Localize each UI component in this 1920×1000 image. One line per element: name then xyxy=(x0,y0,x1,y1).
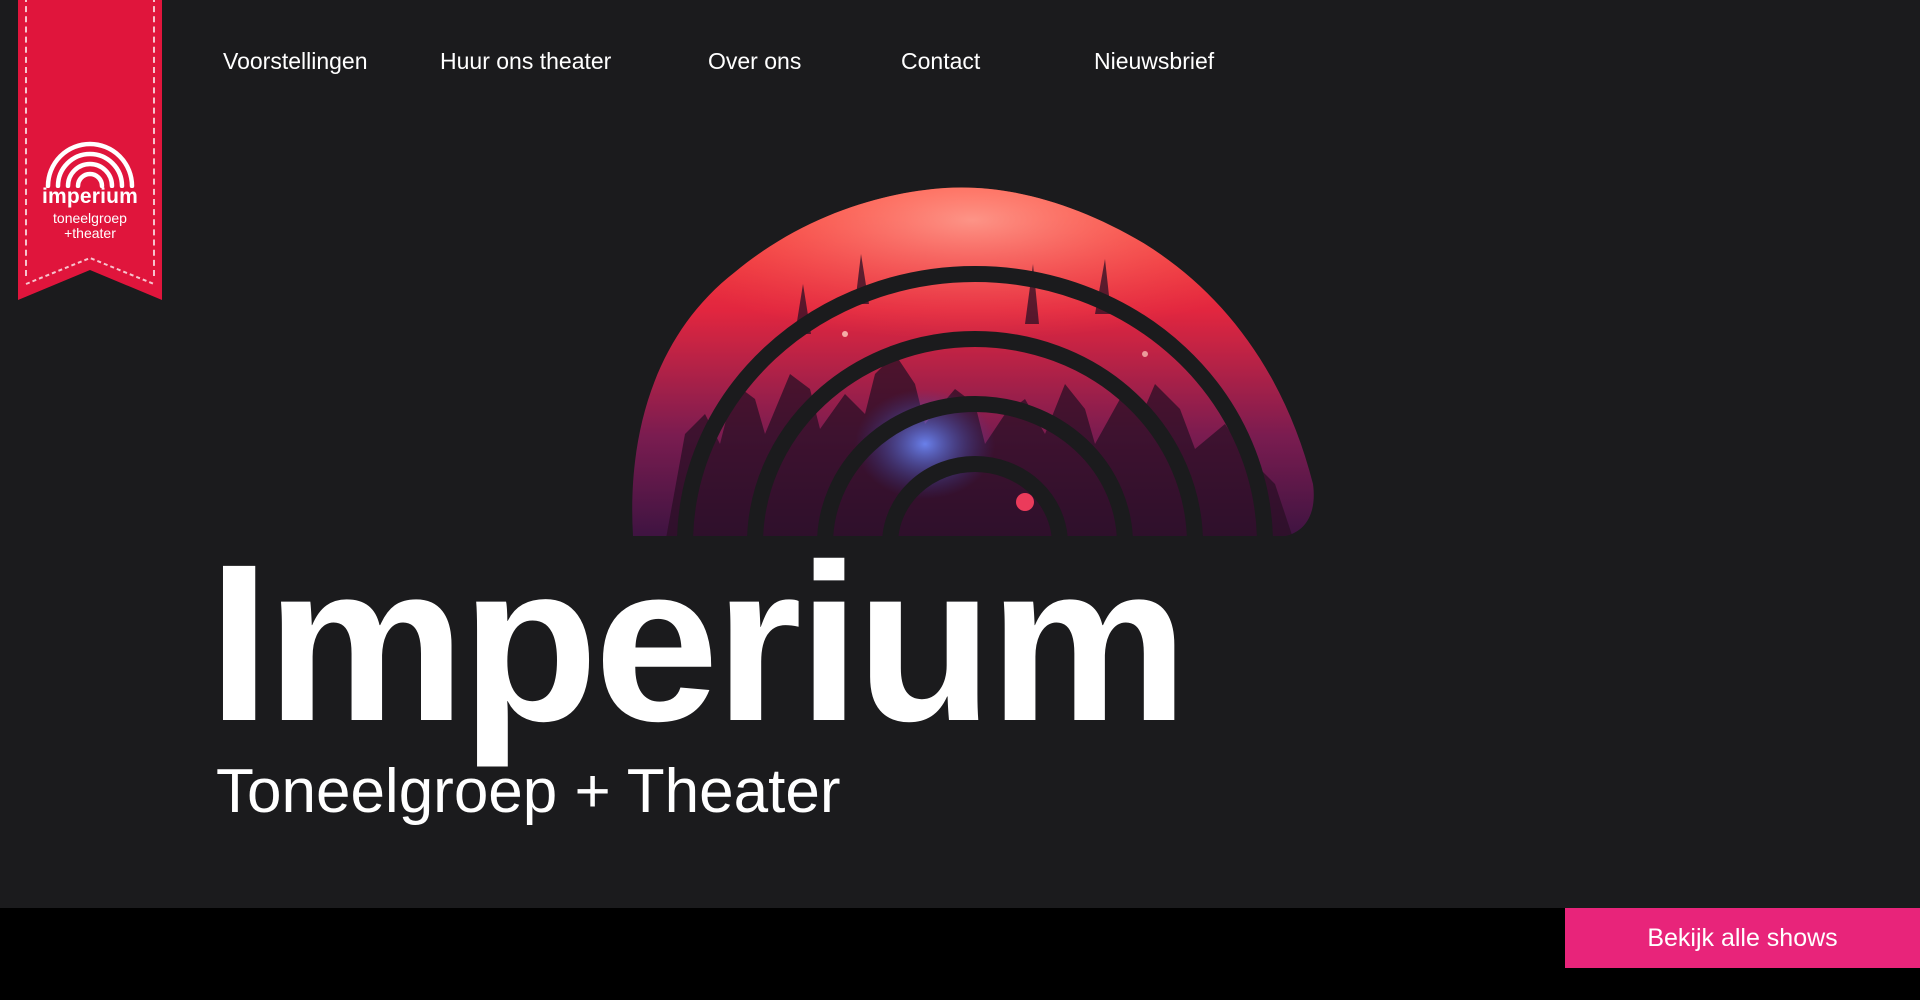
logo-wordmark: imperium xyxy=(41,185,139,208)
hero-title: Imperium xyxy=(208,518,1188,768)
rainbow-arcs-logo-icon xyxy=(45,141,135,188)
nav-item-over-ons[interactable]: Over ons xyxy=(708,48,801,75)
nav-item-contact[interactable]: Contact xyxy=(901,48,980,75)
hero-subtitle: Toneelgroep + Theater xyxy=(216,757,841,826)
logo-subline-theater: +theater xyxy=(64,225,116,241)
nav-item-nieuwsbrief[interactable]: Nieuwsbrief xyxy=(1094,48,1214,75)
page: imperium toneelgroep +theater Voorstelli… xyxy=(0,0,1920,1000)
concert-crowd-arc-image xyxy=(632,187,1314,537)
logo-subline-toneelgroep: toneelgroep xyxy=(53,210,127,226)
nav-item-huur-ons-theater[interactable]: Huur ons theater xyxy=(440,48,611,75)
nav-item-voorstellingen[interactable]: Voorstellingen xyxy=(223,48,368,75)
view-all-shows-button[interactable]: Bekijk alle shows xyxy=(1565,908,1920,968)
brand-logo-ribbon[interactable]: imperium toneelgroep +theater xyxy=(18,0,162,300)
